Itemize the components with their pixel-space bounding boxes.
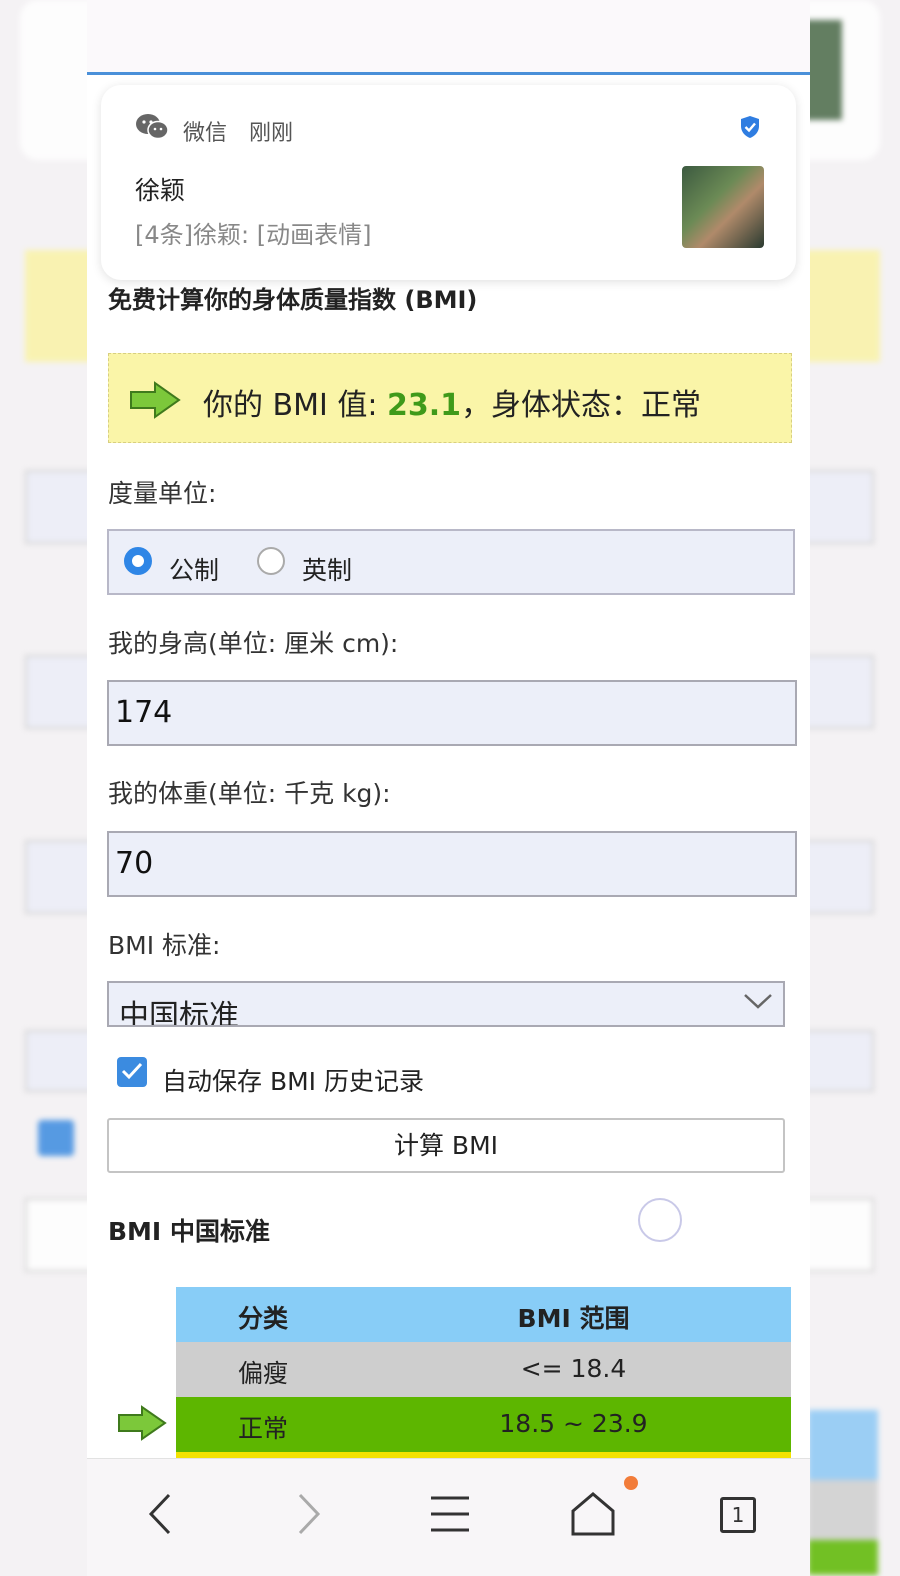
table-cell-category: 正常 <box>238 1414 289 1443</box>
chevron-down-icon <box>744 994 772 1009</box>
notification-thumbnail <box>682 166 764 248</box>
bg-checkbox <box>38 1120 74 1156</box>
table-row-current: 正常 18.5 ~ 23.9 <box>176 1397 791 1452</box>
radio-imperial[interactable] <box>257 547 285 575</box>
autosave-label[interactable]: 自动保存 BMI 历史记录 <box>162 1062 424 1098</box>
radio-imperial-label[interactable]: 英制 <box>302 551 352 587</box>
standard-selected-value: 中国标准 <box>119 999 239 1027</box>
back-icon[interactable] <box>137 1489 187 1539</box>
home-icon[interactable] <box>568 1489 618 1539</box>
bg-table-row <box>808 1480 878 1540</box>
notification-time: 刚刚 <box>249 121 294 146</box>
weight-input[interactable]: 70 <box>107 831 797 897</box>
calculate-bmi-button[interactable]: 计算 BMI <box>107 1118 785 1173</box>
standard-select[interactable]: 中国标准 <box>107 981 785 1027</box>
current-row-arrow-icon <box>118 1405 167 1441</box>
bg-table-row-current <box>808 1540 878 1575</box>
loading-spinner <box>638 1198 682 1242</box>
height-input[interactable]: 174 <box>107 680 797 746</box>
bmi-value: 23.1 <box>387 388 462 423</box>
wechat-icon <box>136 114 169 140</box>
unit-label: 度量单位: <box>108 479 217 508</box>
notification-app-name: 微信 <box>183 121 228 146</box>
notification-sender: 徐颖 <box>135 176 186 205</box>
bg-table-head <box>808 1410 878 1480</box>
forward-icon[interactable] <box>282 1489 332 1539</box>
arrow-right-icon <box>130 381 181 419</box>
table-cell-range: 18.5 ~ 23.9 <box>499 1409 648 1438</box>
browser-top-bar <box>87 0 810 75</box>
notification-dot <box>624 1476 638 1490</box>
table-header-range: BMI 范围 <box>517 1304 630 1333</box>
bmi-result-text: 你的 BMI 值: 23.1，身体状态：正常 <box>203 388 702 423</box>
page-title: 免费计算你的身体质量指数 (BMI) <box>108 286 478 314</box>
check-icon <box>121 1062 143 1080</box>
tabs-icon[interactable]: 1 <box>720 1497 756 1533</box>
table-title: BMI 中国标准 <box>108 1217 270 1246</box>
verified-shield-icon <box>741 116 759 138</box>
weight-label: 我的体重(单位: 千克 kg): <box>108 779 391 808</box>
table-cell-category: 偏瘦 <box>238 1359 289 1388</box>
wechat-notification[interactable]: 微信 刚刚 徐颖 [4条]徐颖: [动画表情] <box>101 85 796 280</box>
height-label: 我的身高(单位: 厘米 cm): <box>108 629 399 658</box>
unit-radio-group: 公制 英制 <box>107 529 795 595</box>
table-cell-range: <= 18.4 <box>520 1354 627 1383</box>
bmi-result-box: 你的 BMI 值: 23.1，身体状态：正常 <box>108 353 792 443</box>
bmi-standard-table: 分类 BMI 范围 偏瘦 <= 18.4 正常 18.5 ~ 23.9 <box>176 1287 791 1460</box>
table-header-row: 分类 BMI 范围 <box>176 1287 791 1342</box>
autosave-checkbox[interactable] <box>117 1057 147 1087</box>
radio-metric[interactable] <box>124 547 152 575</box>
radio-metric-label[interactable]: 公制 <box>169 551 219 587</box>
menu-icon[interactable] <box>425 1489 475 1539</box>
table-header-category: 分类 <box>238 1304 289 1333</box>
notification-message: [4条]徐颖: [动画表情] <box>135 221 372 249</box>
standard-label: BMI 标准: <box>108 931 221 960</box>
browser-bottom-nav: 1 <box>87 1458 810 1576</box>
table-row: 偏瘦 <= 18.4 <box>176 1342 791 1397</box>
